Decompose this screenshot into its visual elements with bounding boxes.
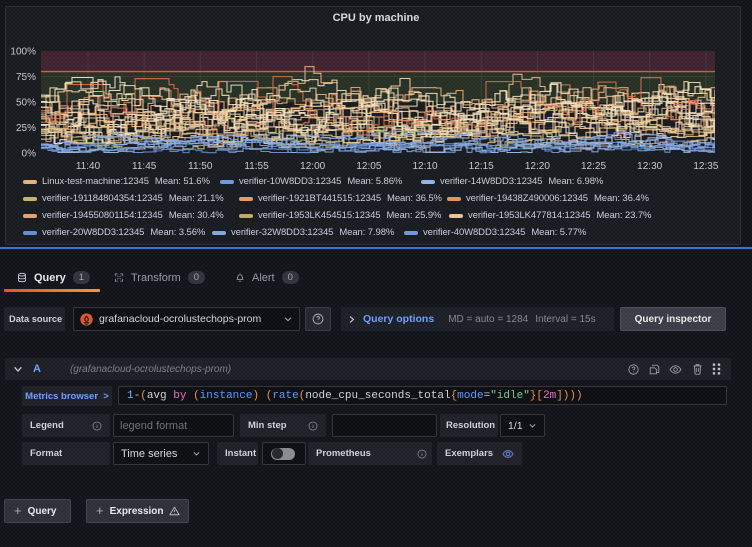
svg-text:11:50: 11:50: [188, 161, 213, 172]
svg-text:50%: 50%: [16, 98, 36, 109]
svg-text:12:25: 12:25: [581, 161, 606, 172]
svg-text:12:00: 12:00: [300, 161, 325, 172]
svg-text:11:55: 11:55: [244, 161, 269, 172]
svg-text:12:30: 12:30: [637, 161, 662, 172]
svg-text:11:40: 11:40: [76, 161, 101, 172]
svg-text:0%: 0%: [22, 149, 37, 160]
svg-text:12:15: 12:15: [469, 161, 494, 172]
svg-text:12:20: 12:20: [525, 161, 550, 172]
svg-text:12:35: 12:35: [693, 161, 718, 172]
svg-text:25%: 25%: [16, 123, 36, 134]
svg-text:100%: 100%: [10, 47, 36, 58]
svg-text:11:45: 11:45: [132, 161, 157, 172]
svg-text:75%: 75%: [16, 72, 36, 83]
svg-text:12:05: 12:05: [356, 161, 381, 172]
svg-text:12:10: 12:10: [412, 161, 437, 172]
